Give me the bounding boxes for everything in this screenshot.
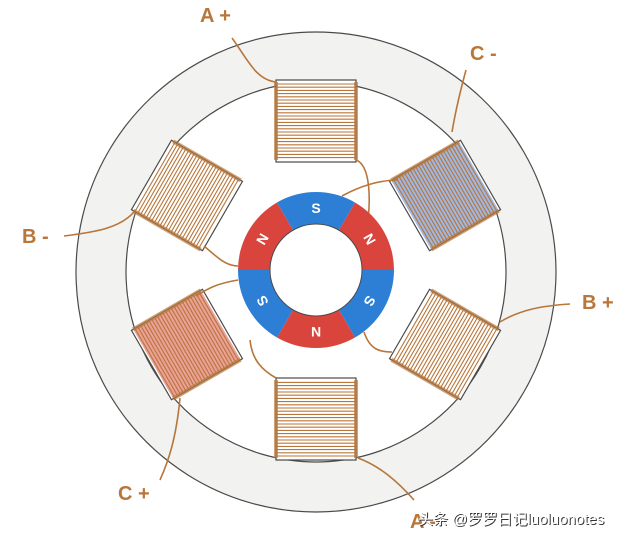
watermark: 头条 @罗罗日记luoluonotes (418, 511, 604, 528)
label-c-plus: C + (118, 483, 150, 505)
label-b-plus: B + (582, 292, 614, 314)
stepper-motor-diagram: SNSNSN A + C - B - B + C + A - 头条 @罗罗日记l… (22, 5, 614, 533)
rotor-pole-label: S (311, 200, 320, 216)
rotor-magnet: SNSNSN (237, 192, 394, 349)
label-b-minus: B - (22, 226, 49, 248)
rotor-shaft (269, 223, 363, 317)
pole-a-top (274, 79, 358, 163)
label-c-minus: C - (470, 43, 497, 65)
pole-a-bottom (274, 377, 358, 461)
label-a-plus: A + (200, 5, 231, 27)
rotor-pole-label: N (311, 324, 321, 340)
